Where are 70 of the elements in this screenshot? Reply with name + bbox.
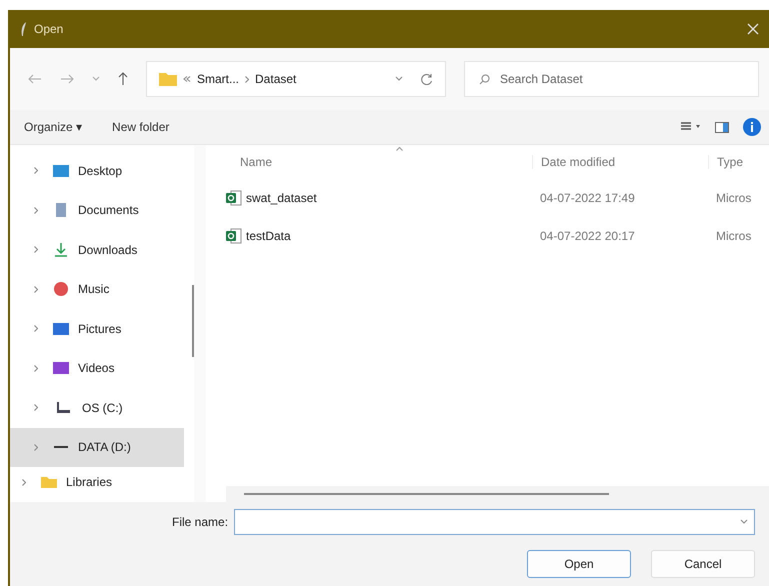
sidebar-item[interactable]: Music xyxy=(10,270,184,309)
back-icon[interactable] xyxy=(28,74,42,84)
chevron-right-icon[interactable] xyxy=(22,478,26,486)
scrollbar-thumb[interactable] xyxy=(244,493,609,495)
music-icon xyxy=(52,281,70,298)
sidebar-item[interactable]: DATA (D:) xyxy=(10,428,184,467)
forward-icon[interactable] xyxy=(60,74,74,84)
table-cell-text: 04-07-2022 20:17 xyxy=(539,229,636,243)
refresh-icon[interactable] xyxy=(421,73,433,85)
video-icon xyxy=(52,360,70,376)
picture-icon xyxy=(52,320,70,337)
file-name-field[interactable] xyxy=(234,509,755,535)
file-row[interactable]: testData 04-07-2022 20:17 Micros xyxy=(226,217,769,255)
spreadsheet-icon xyxy=(226,190,242,206)
sidebar-item[interactable]: Videos xyxy=(10,348,184,388)
scrollbar-thumb[interactable] xyxy=(192,285,194,357)
search-box[interactable]: Search Dataset xyxy=(464,61,759,97)
chevron-right-icon[interactable] xyxy=(34,167,38,174)
column-header[interactable]: Date modified xyxy=(532,155,708,169)
breadcrumb[interactable]: Dataset xyxy=(255,72,296,86)
file-name: testData xyxy=(246,229,291,243)
search-field[interactable]: Search Dataset xyxy=(498,71,652,87)
chevron-right-icon[interactable] xyxy=(34,364,38,372)
sidebar-item[interactable]: Downloads xyxy=(10,230,184,270)
preview-pane-icon[interactable] xyxy=(715,122,729,132)
desktop-icon xyxy=(52,162,70,179)
chevron-right-icon[interactable] xyxy=(34,286,38,293)
table-cell-text: Micros xyxy=(715,191,752,205)
drive-icon xyxy=(54,446,68,448)
table-cell-text: Micros xyxy=(715,229,752,243)
feather-icon xyxy=(20,22,28,36)
spreadsheet-icon xyxy=(226,228,242,244)
chevron-right-icon[interactable] xyxy=(34,325,38,332)
field-label: File name: xyxy=(172,515,228,529)
chevron-right-icon[interactable] xyxy=(34,404,38,412)
up-icon[interactable] xyxy=(118,72,128,86)
chevron-right-icon xyxy=(245,76,250,82)
sidebar-item[interactable]: OS (C:) xyxy=(10,388,184,428)
file-name: swat_dataset xyxy=(246,191,317,205)
chevron-down-icon[interactable] xyxy=(92,76,100,82)
close-icon[interactable] xyxy=(747,23,759,35)
folder-icon xyxy=(40,474,58,490)
sidebar-item[interactable]: Pictures xyxy=(10,309,184,348)
chevron-right-icon[interactable] xyxy=(34,246,38,254)
sidebar-item[interactable]: Libraries xyxy=(10,467,184,497)
new-folder-button[interactable]: New folder xyxy=(112,120,170,134)
organize-menu[interactable]: Organize ▾ xyxy=(24,120,82,134)
search-icon xyxy=(479,74,490,84)
chevron-down-icon[interactable] xyxy=(395,76,403,82)
column-header[interactable]: Type xyxy=(708,155,769,169)
address-bar[interactable]: Smart... Dataset xyxy=(146,61,446,97)
file-row[interactable]: swat_dataset 04-07-2022 17:49 Micros xyxy=(226,179,769,217)
drive-icon xyxy=(54,400,72,416)
folder-icon xyxy=(159,72,177,86)
window-title: Open xyxy=(34,22,64,36)
table-cell-text: 04-07-2022 17:49 xyxy=(539,191,636,205)
sort-caret-icon xyxy=(396,147,403,151)
chevron-down-icon[interactable] xyxy=(740,519,748,525)
sidebar-item[interactable]: Documents xyxy=(10,190,184,230)
download-icon xyxy=(52,242,70,258)
breadcrumb[interactable]: Smart... xyxy=(197,72,240,86)
view-menu-icon[interactable] xyxy=(681,122,701,132)
sidebar-item[interactable]: Desktop xyxy=(10,151,184,190)
chevron-right-icon[interactable] xyxy=(34,206,38,214)
column-header[interactable]: Name xyxy=(226,155,532,169)
cancel-button[interactable]: Cancel xyxy=(651,550,755,578)
help-icon[interactable] xyxy=(743,118,761,136)
open-button[interactable]: Open xyxy=(527,550,631,578)
chevron-right-icon[interactable] xyxy=(34,444,38,451)
double-chevron-icon xyxy=(183,76,191,82)
